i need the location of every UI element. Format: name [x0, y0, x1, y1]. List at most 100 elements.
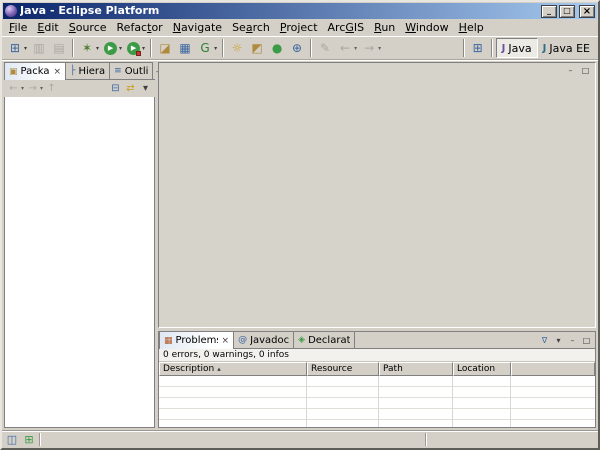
table-cell	[379, 409, 453, 420]
declaration-icon: ◈	[298, 335, 305, 345]
perspective-java-button[interactable]: JJava	[496, 38, 538, 58]
view-menu-icon: ▾	[139, 82, 152, 95]
editor-corner: –□	[565, 65, 591, 76]
last-edit-location-icon: ✎	[317, 40, 333, 56]
link-with-editor-button[interactable]: ⇄	[123, 81, 138, 96]
table-cell	[159, 420, 307, 427]
perspective-java-ee-button[interactable]: JJava EE	[538, 38, 595, 58]
window-controls: _□ ×	[541, 5, 595, 18]
column-header-path[interactable]: Path	[379, 362, 453, 376]
dropdown-arrow-icon: ▾	[214, 45, 217, 52]
menu-file[interactable]: File	[4, 20, 32, 35]
new-wizard-icon: ⊞	[7, 40, 23, 56]
window-title: Java - Eclipse Platform	[20, 4, 538, 18]
tab-label: Javadoc	[250, 335, 289, 346]
view-menu-button[interactable]: ▾	[138, 81, 153, 96]
menu-arcgis[interactable]: ArcGIS	[323, 20, 370, 35]
fast-view-button[interactable]: ◫	[5, 433, 19, 447]
menu-project[interactable]: Project	[275, 20, 323, 35]
close-icon[interactable]: ×	[222, 336, 230, 346]
print-button: ▤	[49, 38, 69, 58]
tab-outline[interactable]: ≡Outli	[109, 62, 153, 79]
editor-column: –□ ▦Problems×@Javadoc◈Declaration∇▾–□ 0 …	[158, 62, 596, 428]
problems-icon: ▦	[164, 336, 173, 346]
web-browser-button[interactable]: ⊕	[287, 38, 307, 58]
maximize-button[interactable]: □	[581, 335, 592, 346]
minimize-button[interactable]: _	[541, 5, 557, 18]
column-header-description[interactable]: Description▴	[159, 362, 307, 376]
java-perspective-icon: J	[502, 43, 506, 54]
table-cell	[379, 398, 453, 409]
badge-icon	[136, 51, 141, 56]
table-cell	[159, 376, 307, 387]
external-tools-button[interactable]: ▶▾	[124, 38, 147, 58]
menu-help[interactable]: Help	[454, 20, 489, 35]
open-perspective-button[interactable]: ⊞	[468, 38, 488, 58]
hierarchy-icon: ├	[70, 66, 75, 76]
toolbar-separator	[310, 39, 312, 57]
filter-button[interactable]: ∇	[539, 335, 550, 346]
column-label: Location	[457, 364, 495, 374]
back-button: ←▾	[335, 38, 359, 58]
menu-refactor[interactable]: Refactor	[112, 20, 168, 35]
new-java-project-button[interactable]: ◪	[155, 38, 175, 58]
minimize-button[interactable]: –	[567, 335, 578, 346]
table-cell	[159, 409, 307, 420]
print-icon: ▤	[51, 40, 67, 56]
arcgis-button[interactable]: G▾	[195, 38, 219, 58]
menu-search[interactable]: Search	[227, 20, 275, 35]
menu-navigate[interactable]: Navigate	[168, 20, 227, 35]
main-toolbar: ⊞▾▥▤✶▾▶▾▶▾◪▦G▾☼◩●⊕✎←▾→▾ ⊞JJavaJJava EE	[2, 36, 598, 60]
view-corner-buttons: ∇▾–□	[539, 335, 595, 348]
close-button[interactable]: ×	[579, 5, 595, 18]
debug-icon: ✶	[79, 40, 95, 56]
new-package-icon: ◩	[249, 40, 265, 56]
table-cell	[159, 398, 307, 409]
workbench: ▣Packa×├Hiera≡Outli–□ ←▾→▾↑⊟⇄▾ –□ ▦Probl…	[2, 60, 598, 430]
close-icon[interactable]: ×	[53, 67, 61, 77]
perspective-bar: ⊞ JJavaJJava EE	[460, 38, 595, 58]
status-bar: ◫⊞	[2, 430, 598, 448]
show-view-button[interactable]: ⊞	[22, 433, 36, 447]
new-wizard-button[interactable]: ⊞▾	[5, 38, 29, 58]
link-with-editor-icon: ⇄	[124, 82, 137, 95]
menu-edit[interactable]: Edit	[32, 20, 63, 35]
tab-package-explorer[interactable]: ▣Packa×	[4, 62, 66, 80]
table-cell	[379, 376, 453, 387]
tab-label: Problems	[176, 335, 218, 346]
table-cell	[453, 420, 511, 427]
menu-source[interactable]: Source	[64, 20, 112, 35]
table-cell	[159, 387, 307, 398]
view-menu-button[interactable]: ▾	[553, 335, 564, 346]
collapse-all-button[interactable]: ⊟	[108, 81, 123, 96]
package-explorer-tree[interactable]	[4, 97, 155, 428]
tab-problems[interactable]: ▦Problems ×	[159, 331, 234, 349]
dropdown-arrow-icon: ▾	[40, 85, 43, 92]
menu-window[interactable]: Window	[400, 20, 453, 35]
tab-label: Declaration	[308, 335, 350, 346]
back-icon: ←	[337, 40, 353, 56]
eclipse-logo-icon	[5, 5, 17, 17]
lightbulb-button[interactable]: ☼	[227, 38, 247, 58]
new-table-button[interactable]: ▦	[175, 38, 195, 58]
forward-icon: →	[361, 40, 377, 56]
tab-javadoc[interactable]: @Javadoc	[233, 331, 294, 348]
package-explorer-icon: ▣	[9, 67, 18, 77]
maximize-button[interactable]: □	[580, 65, 591, 76]
new-package-button[interactable]: ◩	[247, 38, 267, 58]
debug-button[interactable]: ✶▾	[77, 38, 101, 58]
web-browser-icon: ⊕	[289, 40, 305, 56]
menu-run[interactable]: Run	[369, 20, 400, 35]
tab-hierarchy[interactable]: ├Hiera	[65, 62, 110, 79]
eclipse-window: Java - Eclipse Platform _□× FileEditSour…	[0, 0, 600, 450]
maximize-button[interactable]: □	[559, 5, 575, 18]
minimize-button[interactable]: –	[565, 65, 576, 76]
column-header-resource[interactable]: Resource	[307, 362, 379, 376]
run-button[interactable]: ▶▾	[101, 38, 124, 58]
new-class-button[interactable]: ●	[267, 38, 287, 58]
table-row	[159, 376, 595, 387]
column-header-location[interactable]: Location	[453, 362, 511, 376]
outline-icon: ≡	[114, 66, 122, 76]
new-class-icon: ●	[269, 40, 285, 56]
tab-declaration[interactable]: ◈Declaration	[293, 331, 355, 348]
